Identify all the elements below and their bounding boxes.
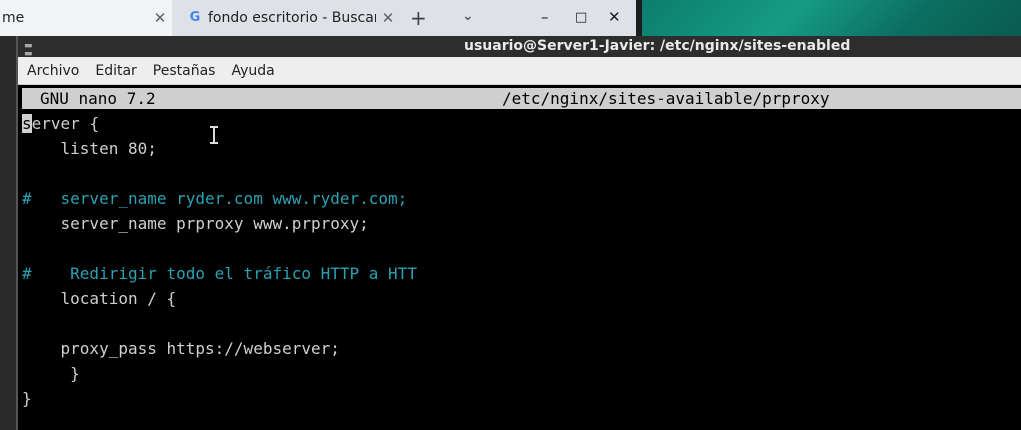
menu-pestanas[interactable]: Pestañas — [145, 57, 224, 85]
browser-tab-2[interactable]: G fondo escritorio - Buscar ✕ — [176, 0, 400, 36]
tab-label: me — [2, 10, 25, 26]
menu-ayuda[interactable]: Ayuda — [223, 57, 282, 85]
nano-cursor: s — [22, 114, 32, 133]
code-line[interactable]: } — [22, 361, 1021, 386]
terminal-window[interactable]: ▬ ▬ usuario@Server1-Javier: /etc/nginx/si… — [16, 36, 1021, 430]
browser-tab-1[interactable]: me ✕ — [0, 0, 172, 36]
window-menu-icon[interactable]: ▬ ▬ — [24, 42, 34, 59]
code-text: location / { — [22, 289, 177, 308]
code-line[interactable]: server { — [22, 111, 1021, 136]
code-line[interactable] — [22, 236, 1021, 261]
nano-header-bar: GNU nano 7.2 /etc/nginx/sites-available/… — [22, 88, 1021, 109]
code-text: # Redirigir todo el tráfico HTTP a HTT — [22, 264, 417, 283]
terminal-menubar: Archivo Editar Pestañas Ayuda — [18, 57, 1021, 85]
menu-editar[interactable]: Editar — [87, 57, 144, 85]
code-text: # server_name ryder.com www.ryder.com; — [22, 189, 408, 208]
code-comment-line[interactable]: # server_name ryder.com www.ryder.com; — [22, 186, 1021, 211]
code-text: server_name prproxy www.prproxy; — [22, 214, 369, 233]
tab-label: fondo escritorio - Buscar — [208, 10, 376, 26]
close-icon[interactable]: ✕ — [376, 9, 400, 27]
code-line[interactable]: } — [22, 386, 1021, 411]
close-icon[interactable]: ✕ — [148, 9, 172, 27]
code-line[interactable] — [22, 161, 1021, 186]
text-cursor-icon — [210, 126, 218, 144]
code-line[interactable]: server_name prproxy www.prproxy; — [22, 211, 1021, 236]
minimize-button[interactable]: – — [541, 8, 549, 26]
code-line[interactable]: location / { — [22, 286, 1021, 311]
code-text: } — [22, 389, 32, 408]
close-window-button[interactable]: ✕ — [608, 8, 621, 26]
new-tab-button[interactable]: + — [410, 6, 427, 30]
code-line[interactable]: proxy_pass https://webserver; — [22, 336, 1021, 361]
desktop-wallpaper — [636, 0, 1021, 40]
code-text: listen 80; — [22, 139, 157, 158]
code-line[interactable]: listen 80; — [22, 136, 1021, 161]
chevron-down-icon[interactable]: ⌄ — [462, 8, 474, 24]
terminal-title: usuario@Server1-Javier: /etc/nginx/sites… — [464, 38, 851, 54]
code-line[interactable] — [22, 311, 1021, 336]
nano-file-path: /etc/nginx/sites-available/prproxy — [502, 89, 830, 108]
code-text: proxy_pass https://webserver; — [22, 339, 340, 358]
google-icon: G — [189, 10, 201, 25]
code-comment-line[interactable]: # Redirigir todo el tráfico HTTP a HTT — [22, 261, 1021, 286]
nano-editor[interactable]: server { listen 80; # server_name ryder.c… — [22, 111, 1021, 430]
code-text: erver { — [31, 114, 100, 133]
terminal-titlebar[interactable]: ▬ ▬ usuario@Server1-Javier: /etc/nginx/si… — [18, 36, 1021, 59]
code-text: } — [22, 364, 80, 383]
nano-version: GNU nano 7.2 — [40, 89, 156, 108]
browser-tab-strip: me ✕ G fondo escritorio - Buscar ✕ + ⌄ –… — [0, 0, 636, 36]
menu-archivo[interactable]: Archivo — [18, 57, 87, 85]
maximize-button[interactable]: □ — [575, 10, 587, 25]
